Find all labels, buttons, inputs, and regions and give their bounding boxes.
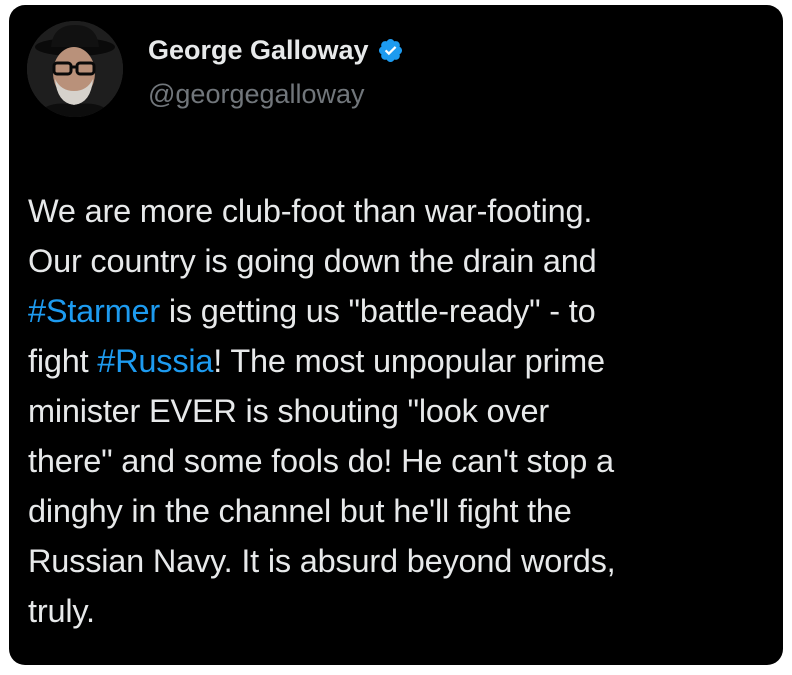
author-handle[interactable]: @georgegalloway [148, 79, 365, 110]
tweet-line: Russian Navy. It is absurd beyond words, [28, 543, 616, 579]
author-name-row: George Galloway [148, 35, 404, 66]
verified-badge-icon [377, 37, 404, 64]
tweet-line: We are more club-foot than war-footing. [28, 193, 593, 229]
tweet-line: truly. [28, 593, 95, 629]
hashtag-link-starmer[interactable]: #Starmer [28, 293, 160, 329]
tweet-line: Our country is going down the drain and [28, 243, 597, 279]
avatar-image [27, 21, 123, 117]
tweet-line: fight #Russia! The most unpopular prime [28, 336, 773, 386]
tweet-line: minister EVER is shouting "look over [28, 393, 549, 429]
tweet-line: #Starmer is getting us "battle-ready" - … [28, 286, 773, 336]
tweet-card: George Galloway @georgegalloway We are m… [9, 5, 783, 665]
hashtag-link-russia[interactable]: #Russia [97, 343, 213, 379]
tweet-line-text: fight [28, 343, 98, 379]
author-display-name[interactable]: George Galloway [148, 35, 369, 66]
tweet-line: there" and some fools do! He can't stop … [28, 443, 614, 479]
tweet-text: We are more club-foot than war-footing. … [28, 186, 773, 636]
tweet-line-text: is getting us "battle-ready" - to [160, 293, 596, 329]
tweet-line-text: ! The most unpopular prime [213, 343, 605, 379]
tweet-line: dinghy in the channel but he'll fight th… [28, 493, 572, 529]
avatar[interactable] [27, 21, 123, 117]
